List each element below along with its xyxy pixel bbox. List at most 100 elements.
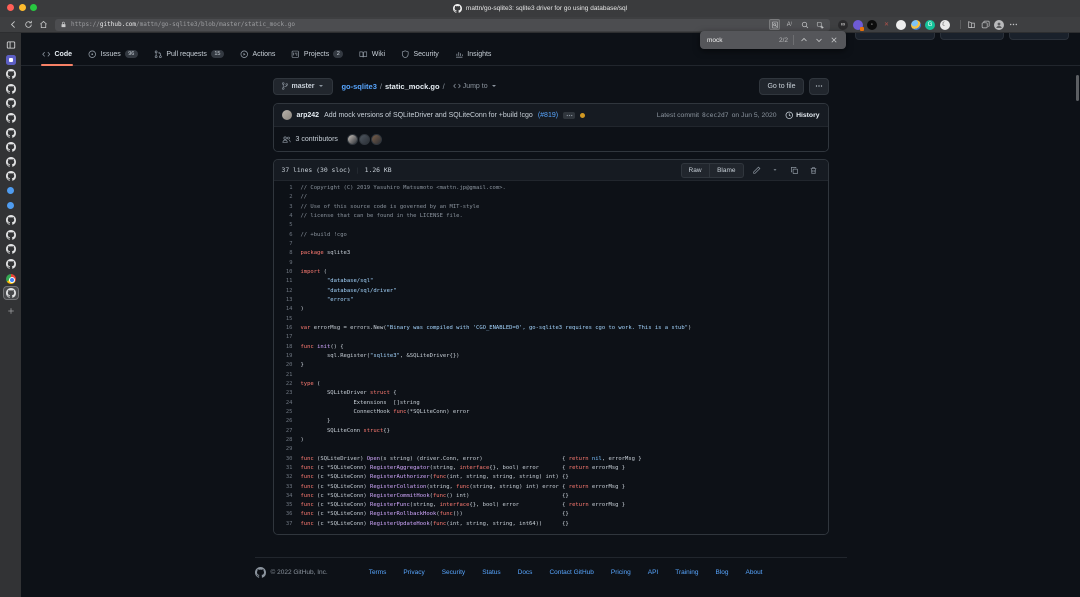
footer-link-api[interactable]: API [648,569,658,576]
footer-link-training[interactable]: Training [675,569,698,576]
find-next-icon[interactable] [814,35,824,45]
history-link[interactable]: History [785,111,820,120]
browser-tab-panel[interactable] [4,39,18,51]
page-scrollbar[interactable] [1076,75,1079,101]
zoom-window-button[interactable] [30,4,37,11]
new-tab-button[interactable] [4,305,18,317]
sidebar-apps-icon[interactable] [967,20,976,29]
line-number[interactable]: 25 [274,408,301,417]
browser-tab-github[interactable] [4,214,18,226]
home-button[interactable] [36,18,51,31]
globe-extension-icon[interactable] [911,20,921,30]
commit-pr-link[interactable]: (#819) [538,112,558,119]
browser-tab-github[interactable] [4,112,18,124]
line-number[interactable]: 20 [274,361,301,370]
line-number[interactable]: 12 [274,287,301,296]
edit-pencil-icon[interactable] [750,164,763,177]
line-number[interactable]: 3 [274,203,301,212]
jump-to-button[interactable]: Jump to [453,82,498,90]
footer-link-docs[interactable]: Docs [518,569,533,576]
browser-tab-blue[interactable] [4,185,18,197]
line-number[interactable]: 28 [274,436,301,445]
line-number[interactable]: 30 [274,455,301,464]
footer-link-contact-github[interactable]: Contact GitHub [549,569,593,576]
browser-tab-github[interactable] [4,243,18,255]
line-number[interactable]: 31 [274,464,301,473]
collections-icon[interactable] [981,20,990,29]
repo-tab-pull-requests[interactable]: Pull requests15 [146,43,232,65]
line-number[interactable]: 34 [274,492,301,501]
back-button[interactable] [6,18,21,31]
browser-tab-github[interactable] [4,156,18,168]
breadcrumb-repo-link[interactable]: go-sqlite3 [341,82,376,91]
contributor-avatar[interactable] [371,134,382,145]
line-number[interactable]: 27 [274,427,301,436]
disabled-extension-icon[interactable]: ✕ [882,20,892,30]
commit-author-avatar[interactable] [282,110,292,120]
repo-tab-code[interactable]: Code [34,43,80,65]
line-number[interactable]: 6 [274,231,301,240]
line-number[interactable]: 8 [274,249,301,258]
commit-author[interactable]: arp242 [297,112,320,119]
line-number[interactable]: 23 [274,389,301,398]
find-close-icon[interactable] [829,35,839,45]
address-bar[interactable]: https://github.com/mattn/go-sqlite3/blob… [55,19,830,31]
repo-tab-projects[interactable]: Projects2 [283,43,351,65]
branch-select-button[interactable]: master [273,78,334,95]
footer-link-about[interactable]: About [746,569,763,576]
line-number[interactable]: 19 [274,352,301,361]
footer-link-pricing[interactable]: Pricing [611,569,631,576]
line-number[interactable]: 36 [274,510,301,519]
line-number[interactable]: 10 [274,268,301,277]
commit-message[interactable]: Add mock versions of SQLiteDriver and SQ… [324,112,533,119]
browser-tab-github[interactable] [4,170,18,182]
commit-status-dot[interactable] [580,113,585,118]
refresh-button[interactable] [21,18,36,31]
puzzle-extension-icon[interactable] [853,20,863,30]
browser-tab-github[interactable] [4,127,18,139]
close-window-button[interactable] [7,4,14,11]
line-number[interactable]: 37 [274,520,301,529]
file-more-options-button[interactable] [809,78,829,95]
raw-button[interactable]: Raw [681,163,710,178]
line-number[interactable]: 4 [274,212,301,221]
zoom-page-icon[interactable] [799,19,810,30]
browser-menu-icon[interactable] [1009,20,1018,29]
contributor-avatar[interactable] [347,134,358,145]
find-previous-icon[interactable] [799,35,809,45]
browser-tab-github[interactable] [4,141,18,153]
line-number[interactable]: 5 [274,221,301,230]
line-number[interactable]: 18 [274,343,301,352]
find-input[interactable]: mock [707,37,723,44]
profile-avatar[interactable] [994,20,1004,30]
edit-dropdown-caret-icon[interactable] [769,164,782,177]
translate-icon[interactable] [814,19,825,30]
find-in-page-icon[interactable] [769,19,780,30]
commit-hash[interactable]: 8cec2d7 [702,112,729,119]
browser-tab-github[interactable] [4,258,18,270]
cast-extension-icon[interactable]: ∞ [838,20,848,30]
browser-tab-github[interactable] [4,229,18,241]
browser-tab-github[interactable] [4,83,18,95]
minimize-window-button[interactable] [19,4,26,11]
copy-icon[interactable] [788,164,801,177]
line-number[interactable]: 21 [274,371,301,380]
contributors-link[interactable]: 3 contributors [296,136,338,143]
browser-tab-github[interactable] [4,97,18,109]
line-number[interactable]: 35 [274,501,301,510]
line-number[interactable]: 2 [274,193,301,202]
line-number[interactable]: 32 [274,473,301,482]
grammarly-extension-icon[interactable]: G [925,20,935,30]
contributor-avatar[interactable] [359,134,370,145]
repo-tab-insights[interactable]: Insights [447,43,500,65]
line-number[interactable]: 15 [274,315,301,324]
repo-tab-wiki[interactable]: Wiki [351,43,393,65]
browser-tab-github[interactable] [4,68,18,80]
moon-extension-icon[interactable]: ☾ [940,20,950,30]
browser-tab-blue[interactable] [4,200,18,212]
go-to-file-button[interactable]: Go to file [759,78,803,95]
delete-trash-icon[interactable] [807,164,820,177]
browser-tab-chrome[interactable] [4,273,18,285]
footer-link-blog[interactable]: Blog [715,569,728,576]
footer-link-privacy[interactable]: Privacy [403,569,424,576]
